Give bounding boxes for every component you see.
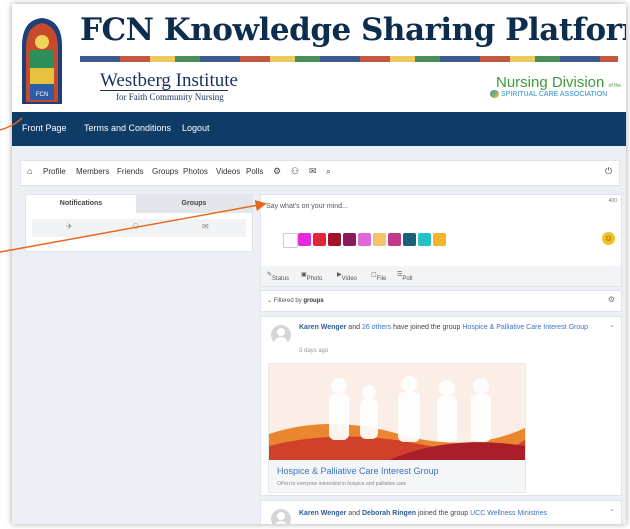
main-content: ⌂ Profile Members Friends Groups Photos … <box>12 146 626 524</box>
power-icon[interactable]: ⏻ <box>605 166 612 177</box>
browser-frame: FCN FCN Knowledge Sharing Platform Westb… <box>12 4 626 524</box>
tab-file[interactable]: ▢ File <box>371 271 386 282</box>
actor-name-link[interactable]: Karen Wenger <box>299 324 346 331</box>
profile-toolbar: ⌂ Profile Members Friends Groups Photos … <box>20 160 620 186</box>
notification-icons-row: ✈ ⚇ ✉ <box>32 219 246 237</box>
toolbar-videos[interactable]: Videos <box>216 167 240 176</box>
friend-notifications-icon[interactable]: ⚇ <box>132 222 139 231</box>
activity-text: Karen Wenger and 26 others have joined t… <box>299 323 595 333</box>
avatar[interactable] <box>271 509 291 524</box>
tab-groups[interactable]: Groups <box>136 195 252 213</box>
color-swatch[interactable] <box>433 233 446 246</box>
group-cover-image <box>269 364 525 460</box>
color-swatch[interactable] <box>373 233 386 246</box>
sca-logo-icon <box>490 90 499 98</box>
feed-filter-bar[interactable]: ⌄ Filtered by groups ⚙ <box>260 290 622 312</box>
group-card-title[interactable]: Hospice & Palliative Care Interest Group <box>277 466 439 476</box>
activity-item: Karen Wenger and Deborah Ringen joined t… <box>260 500 622 524</box>
color-swatch[interactable] <box>343 233 356 246</box>
westberg-divider <box>100 90 228 91</box>
character-counter: 400 <box>608 198 617 204</box>
activity-action: joined the group <box>417 510 469 517</box>
chevron-down-icon[interactable]: ⌄ <box>609 505 615 513</box>
activity-timestamp: 3 days ago <box>299 348 329 354</box>
tab-file-label: File <box>376 276 387 282</box>
nav-terms-and-conditions[interactable]: Terms and Conditions <box>84 123 171 133</box>
actor-name-link[interactable]: Karen Wenger <box>299 510 346 517</box>
toolbar-photos[interactable]: Photos <box>183 167 208 176</box>
group-card[interactable]: Hospice & Palliative Care Interest Group… <box>268 363 526 493</box>
svg-text:FCN: FCN <box>36 92 48 98</box>
tab-poll-label: Poll <box>402 276 413 282</box>
toolbar-friends[interactable]: Friends <box>117 167 144 176</box>
home-icon[interactable]: ⌂ <box>27 166 32 176</box>
tab-poll[interactable]: ☰ Poll <box>397 271 412 282</box>
tab-video[interactable]: ▶ Video <box>337 271 357 282</box>
tab-notifications[interactable]: Notifications <box>26 195 136 213</box>
westberg-logo-text[interactable]: Westberg Institute <box>100 70 238 92</box>
toolbar-members[interactable]: Members <box>76 167 109 176</box>
toolbar-polls[interactable]: Polls <box>246 167 263 176</box>
tab-photo-label: Photo <box>306 276 323 282</box>
others-link[interactable]: 26 others <box>362 324 391 331</box>
settings-icon[interactable]: ⚙ <box>273 166 281 177</box>
emoji-icon[interactable]: ☺ <box>602 232 615 245</box>
chevron-down-icon[interactable]: ⌄ <box>609 321 615 329</box>
activity-action: have joined the group <box>393 324 461 331</box>
top-navigation: Front Page Terms and Conditions Logout <box>12 112 626 146</box>
color-swatch[interactable] <box>298 233 311 246</box>
filter-prefix: Filtered by <box>273 298 302 304</box>
toolbar-profile[interactable]: Profile <box>43 167 66 176</box>
color-swatch[interactable] <box>283 233 298 248</box>
title-decorative-band <box>80 56 618 62</box>
activity-connector: and <box>348 510 360 517</box>
group-card-description: OPen to everyone interested in hospice a… <box>277 481 407 487</box>
color-swatch[interactable] <box>418 233 431 246</box>
message-notifications-icon[interactable]: ✉ <box>202 222 209 231</box>
activity-connector: and <box>348 324 360 331</box>
avatar[interactable] <box>271 325 291 345</box>
tab-photo[interactable]: ▣ Photo <box>301 271 322 282</box>
tab-video-label: Video <box>341 276 357 282</box>
notifications-panel: Notifications Groups ✈ ⚇ ✉ <box>25 194 253 252</box>
filter-settings-icon[interactable]: ⚙ <box>608 295 615 304</box>
messages-icon[interactable]: ✉ <box>309 166 317 177</box>
page-title: FCN Knowledge Sharing Platform <box>80 12 626 48</box>
color-swatch[interactable] <box>313 233 326 246</box>
sca-label: SPIRITUAL CARE ASSOCIATION <box>501 90 608 98</box>
activity-text: Karen Wenger and Deborah Ringen joined t… <box>299 509 595 519</box>
filter-label: ⌄ Filtered by groups <box>267 298 324 304</box>
color-swatch[interactable] <box>403 233 416 246</box>
spiritual-care-association: SPIRITUAL CARE ASSOCIATION <box>490 90 607 98</box>
composer-input[interactable]: Say what's on your mind... <box>266 203 348 210</box>
color-swatch[interactable] <box>358 233 371 246</box>
nursing-division-of-the: of the <box>608 83 622 89</box>
group-link[interactable]: UCC Wellness Ministries <box>470 510 547 517</box>
stained-glass-logo-icon[interactable]: FCN <box>20 16 64 104</box>
global-notifications-icon[interactable]: ✈ <box>66 222 73 231</box>
search-icon[interactable]: ⌕ <box>326 166 331 177</box>
toolbar-groups[interactable]: Groups <box>152 167 178 176</box>
nursing-division-logo[interactable]: Nursing Division of the <box>496 74 621 91</box>
status-composer[interactable]: Say what's on your mind... 400 ☺ <box>260 194 622 268</box>
tab-status[interactable]: ✎ Status <box>267 271 289 282</box>
co-actor-name-link[interactable]: Deborah Ringen <box>362 510 416 517</box>
nav-front-page[interactable]: Front Page <box>22 123 67 133</box>
composer-tabs: ✎ Status ▣ Photo ▶ Video ▢ File ☰ Poll <box>260 266 622 287</box>
westberg-subtitle: for Faith Community Nursing <box>116 92 224 102</box>
nav-logout[interactable]: Logout <box>182 123 210 133</box>
nursing-division-label: Nursing Division <box>496 74 605 91</box>
activity-item: Karen Wenger and 26 others have joined t… <box>260 316 622 496</box>
filter-value[interactable]: groups <box>303 298 323 304</box>
color-swatch[interactable] <box>328 233 341 246</box>
site-header: FCN FCN Knowledge Sharing Platform Westb… <box>12 4 626 112</box>
friend-requests-icon[interactable]: ⚇ <box>291 166 299 177</box>
group-link[interactable]: Hospice & Palliative Care Interest Group <box>462 324 588 331</box>
tab-status-label: Status <box>272 276 290 282</box>
color-swatch[interactable] <box>388 233 401 246</box>
